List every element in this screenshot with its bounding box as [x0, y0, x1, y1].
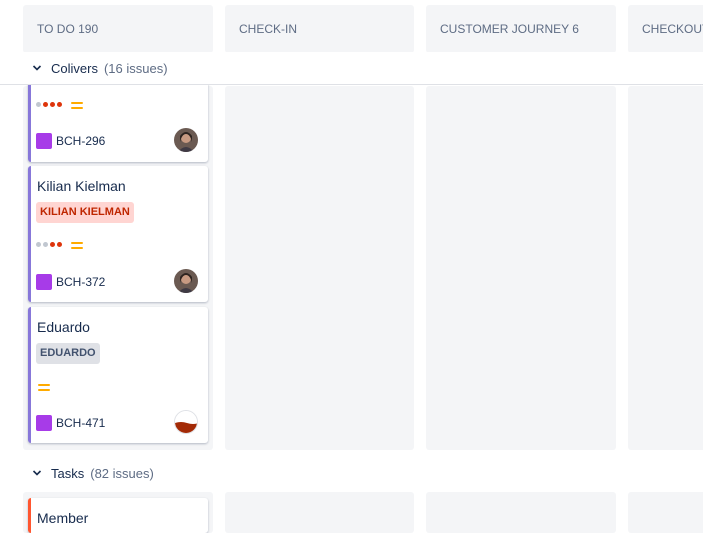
assignee-avatar[interactable]	[174, 128, 198, 152]
issue-label: KILIAN KIELMAN	[36, 202, 134, 223]
assignee-avatar[interactable]	[174, 410, 198, 434]
epic-icon	[36, 415, 52, 431]
column-title: CHECK-IN	[239, 22, 298, 36]
swimlane-header-colivers[interactable]: Colivers (16 issues)	[0, 52, 703, 84]
priority-medium-icon	[38, 384, 50, 392]
column-title: CUSTOMER JOURNEY 6	[440, 22, 579, 36]
column-title: CHECKOUT	[642, 22, 703, 36]
estimate-dots	[36, 242, 62, 247]
priority-medium-icon	[71, 102, 83, 110]
issue-card[interactable]: Eduardo EDUARDO BCH-471	[28, 307, 208, 443]
swimlane-name: Tasks	[51, 465, 85, 481]
column-dropzone-checkout[interactable]	[628, 492, 703, 533]
swimlane-name: Colivers	[51, 60, 98, 76]
swimlane-issue-count: (82 issues)	[90, 465, 154, 481]
issue-card[interactable]: BCH-296	[28, 80, 208, 162]
issue-key[interactable]: BCH-372	[56, 275, 105, 289]
column-header-todo[interactable]: TO DO 190	[23, 5, 213, 53]
column-dropzone-customer-journey[interactable]	[426, 492, 616, 533]
issue-summary: Kilian Kielman	[37, 178, 126, 194]
swimlane-issue-count: (16 issues)	[103, 60, 168, 76]
priority-medium-icon	[71, 242, 83, 250]
epic-icon	[36, 133, 52, 149]
issue-key[interactable]: BCH-296	[56, 134, 105, 148]
issue-card[interactable]: Member	[28, 498, 208, 533]
swimlane-header-tasks[interactable]: Tasks (82 issues)	[0, 457, 703, 489]
swimlane-divider	[0, 84, 703, 85]
estimate-dots	[36, 102, 62, 107]
column-title: TO DO 190	[37, 22, 99, 36]
card-color-edge	[28, 498, 31, 533]
issue-summary: Member	[37, 510, 89, 526]
card-color-edge	[28, 166, 31, 302]
issue-label: EDUARDO	[36, 343, 100, 364]
issue-summary: Eduardo	[37, 319, 90, 335]
column-header-check-in[interactable]: CHECK-IN	[225, 5, 414, 53]
column-header-checkout[interactable]: CHECKOUT	[628, 5, 703, 53]
card-color-edge	[28, 80, 31, 162]
column-header-customer-journey[interactable]: CUSTOMER JOURNEY 6	[426, 5, 616, 53]
column-dropzone-check-in[interactable]	[225, 492, 414, 533]
issue-card[interactable]: Kilian Kielman KILIAN KIELMAN BCH-372	[28, 166, 208, 302]
card-color-edge	[28, 307, 31, 443]
assignee-avatar[interactable]	[174, 269, 198, 293]
chevron-down-icon[interactable]	[32, 63, 42, 73]
issue-key[interactable]: BCH-471	[56, 416, 105, 430]
column-dropzone-checkout[interactable]	[628, 86, 703, 450]
chevron-down-icon[interactable]	[32, 468, 42, 478]
epic-icon	[36, 274, 52, 290]
column-dropzone-customer-journey[interactable]	[426, 86, 616, 450]
column-dropzone-check-in[interactable]	[225, 86, 414, 450]
